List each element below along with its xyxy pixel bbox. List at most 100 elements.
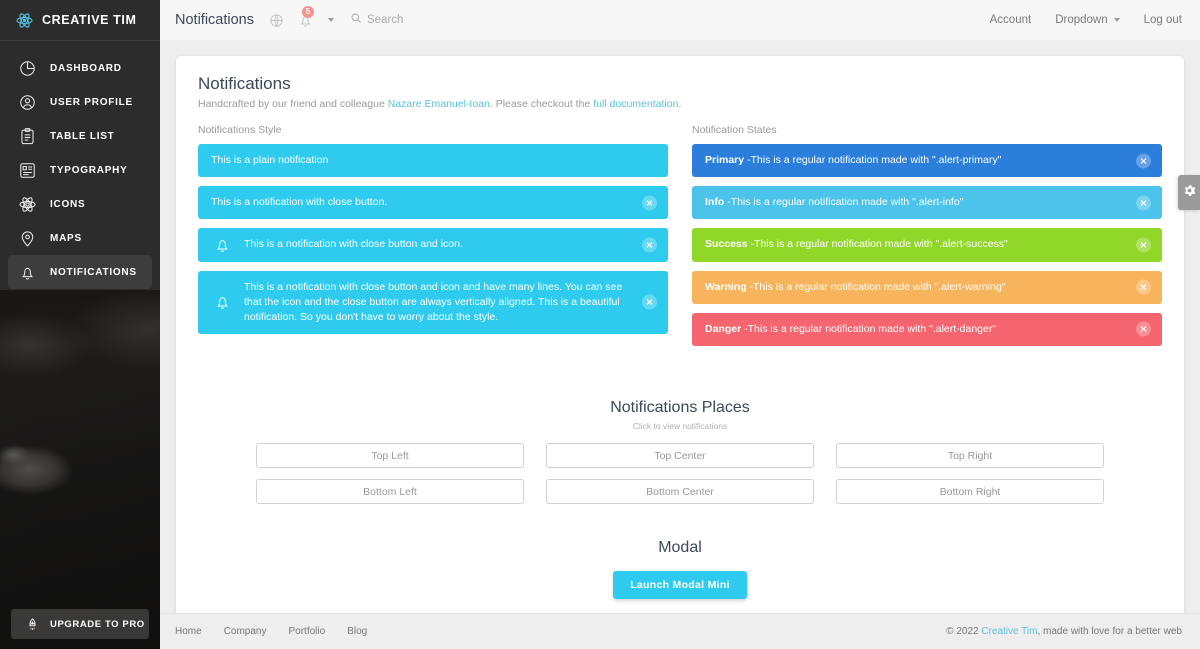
notifications-badge: 5	[302, 6, 314, 18]
footer-links: Home Company Portfolio Blog	[175, 626, 367, 637]
alert-strong: Warning	[705, 281, 747, 293]
brand-label: CREATIVE TIM	[42, 13, 136, 27]
close-icon[interactable]	[1136, 238, 1151, 253]
places-title: Notifications Places	[198, 399, 1162, 417]
alert-with-close-and-icon: This is a notification with close button…	[198, 228, 668, 261]
brand[interactable]: CREATIVE TIM	[0, 0, 160, 41]
notifications-bell-icon[interactable]: 5	[297, 12, 314, 29]
footer-link-home[interactable]: Home	[175, 626, 202, 637]
alert-text: -This is a regular notification made wit…	[741, 323, 996, 335]
card-title: Notifications	[198, 74, 1162, 94]
documentation-link[interactable]: full documentation	[593, 98, 678, 110]
bell-icon	[213, 236, 232, 255]
alert-primary: Primary -This is a regular notification …	[692, 144, 1162, 177]
search-placeholder: Search	[367, 14, 403, 26]
search-input[interactable]: Search	[350, 11, 403, 29]
sidebar-item-typography[interactable]: TYPOGRAPHY	[8, 153, 152, 187]
pie-chart-icon	[18, 59, 37, 78]
sidebar-item-notifications[interactable]: NOTIFICATIONS	[8, 255, 152, 289]
sidebar-item-label: DASHBOARD	[50, 63, 122, 74]
sidebar-item-label: MAPS	[50, 233, 82, 244]
copyright-suffix: , made with love for a better web	[1037, 626, 1182, 637]
account-label: Account	[990, 14, 1032, 26]
footer-link-blog[interactable]: Blog	[347, 626, 367, 637]
place-button-top-right[interactable]: Top Right	[836, 443, 1104, 468]
alert-success: Success -This is a regular notification …	[692, 228, 1162, 261]
notification-states-column: Notification States Primary -This is a r…	[692, 124, 1162, 355]
search-icon	[350, 11, 362, 29]
sidebar-item-icons[interactable]: ICONS	[8, 187, 152, 221]
alert-strong: Success	[705, 238, 748, 250]
upgrade-to-pro-label: UPGRADE TO PRO	[50, 619, 145, 630]
sidebar-item-label: TABLE LIST	[50, 131, 115, 142]
app-root: CREATIVE TIM DASHBOARD USER PROFI	[0, 0, 1200, 649]
alert-columns: Notifications Style This is a plain noti…	[198, 124, 1162, 355]
close-icon[interactable]	[1136, 153, 1151, 168]
alert-warning: Warning -This is a regular notification …	[692, 271, 1162, 304]
dropdown-link[interactable]: Dropdown	[1055, 14, 1119, 26]
topbar: Notifications 5	[160, 0, 1200, 40]
place-button-top-left[interactable]: Top Left	[256, 443, 524, 468]
logout-label: Log out	[1144, 14, 1182, 26]
creative-tim-link[interactable]: Creative Tim	[981, 626, 1037, 637]
logout-link[interactable]: Log out	[1144, 14, 1182, 26]
alert-text: This is a plain notification	[211, 153, 328, 168]
footer-copyright: © 2022 Creative Tim, made with love for …	[946, 626, 1182, 637]
places-grid: Top Left Top Center Top Right Bottom Lef…	[256, 443, 1104, 504]
alert-text: -This is a regular notification made wit…	[747, 281, 1006, 293]
typography-icon	[18, 161, 37, 180]
bell-icon	[18, 263, 37, 282]
sidebar-item-label: USER PROFILE	[50, 97, 133, 108]
close-icon[interactable]	[642, 238, 657, 253]
place-button-bottom-right[interactable]: Bottom Right	[836, 479, 1104, 504]
alert-strong: Info	[705, 196, 724, 208]
dashboard-globe-icon[interactable]	[268, 12, 285, 29]
notification-states-label: Notification States	[692, 124, 1162, 136]
close-icon[interactable]	[1136, 280, 1151, 295]
notifications-style-label: Notifications Style	[198, 124, 668, 136]
places-subtitle: Click to view notifications	[198, 421, 1162, 431]
notifications-style-column: Notifications Style This is a plain noti…	[198, 124, 668, 355]
modal-title: Modal	[198, 539, 1162, 557]
close-icon[interactable]	[1136, 195, 1151, 210]
map-pin-icon	[18, 229, 37, 248]
alert-info: Info -This is a regular notification mad…	[692, 186, 1162, 219]
alert-strong: Danger	[705, 323, 741, 335]
sidebar-item-label: NOTIFICATIONS	[50, 267, 137, 278]
sidebar-item-dashboard[interactable]: DASHBOARD	[8, 51, 152, 85]
notifications-places-section: Notifications Places Click to view notif…	[198, 399, 1162, 504]
close-icon[interactable]	[1136, 322, 1151, 337]
chevron-down-icon[interactable]	[328, 18, 334, 22]
close-icon[interactable]	[642, 295, 657, 310]
author-link[interactable]: Nazare Emanuel-Ioan	[388, 98, 490, 110]
sidebar-item-maps[interactable]: MAPS	[8, 221, 152, 255]
launch-modal-mini-button[interactable]: Launch Modal Mini	[613, 571, 747, 599]
chevron-down-icon	[1114, 18, 1120, 22]
account-link[interactable]: Account	[990, 14, 1032, 26]
card-subtitle: Handcrafted by our friend and colleague …	[198, 98, 1162, 110]
topbar-right-links: Account Dropdown Log out	[990, 14, 1182, 26]
alert-text: This is a notification with close button…	[244, 237, 463, 252]
place-button-bottom-left[interactable]: Bottom Left	[256, 479, 524, 504]
footer-link-company[interactable]: Company	[224, 626, 267, 637]
alert-text: -This is a regular notification made wit…	[748, 238, 1008, 250]
dropdown-label: Dropdown	[1055, 14, 1107, 26]
alert-text: -This is a regular notification made wit…	[744, 154, 1001, 166]
footer-link-portfolio[interactable]: Portfolio	[289, 626, 326, 637]
modal-section: Modal Launch Modal Mini	[198, 539, 1162, 599]
sidebar-item-table-list[interactable]: TABLE LIST	[8, 119, 152, 153]
atom-icon	[16, 12, 33, 29]
place-button-bottom-center[interactable]: Bottom Center	[546, 479, 814, 504]
footer: Home Company Portfolio Blog © 2022 Creat…	[160, 613, 1200, 649]
alert-text: This is a notification with close button…	[211, 195, 387, 210]
alert-strong: Primary	[705, 154, 744, 166]
sidebar-item-user-profile[interactable]: USER PROFILE	[8, 85, 152, 119]
card-subtitle-prefix: Handcrafted by our friend and colleague	[198, 98, 388, 110]
upgrade-to-pro-button[interactable]: UPGRADE TO PRO	[11, 609, 149, 639]
alert-plain: This is a plain notification	[198, 144, 668, 177]
settings-gear-button[interactable]	[1178, 175, 1200, 210]
alert-text: This is a notification with close button…	[244, 280, 632, 326]
alert-danger: Danger -This is a regular notification m…	[692, 313, 1162, 346]
close-icon[interactable]	[642, 195, 657, 210]
place-button-top-center[interactable]: Top Center	[546, 443, 814, 468]
